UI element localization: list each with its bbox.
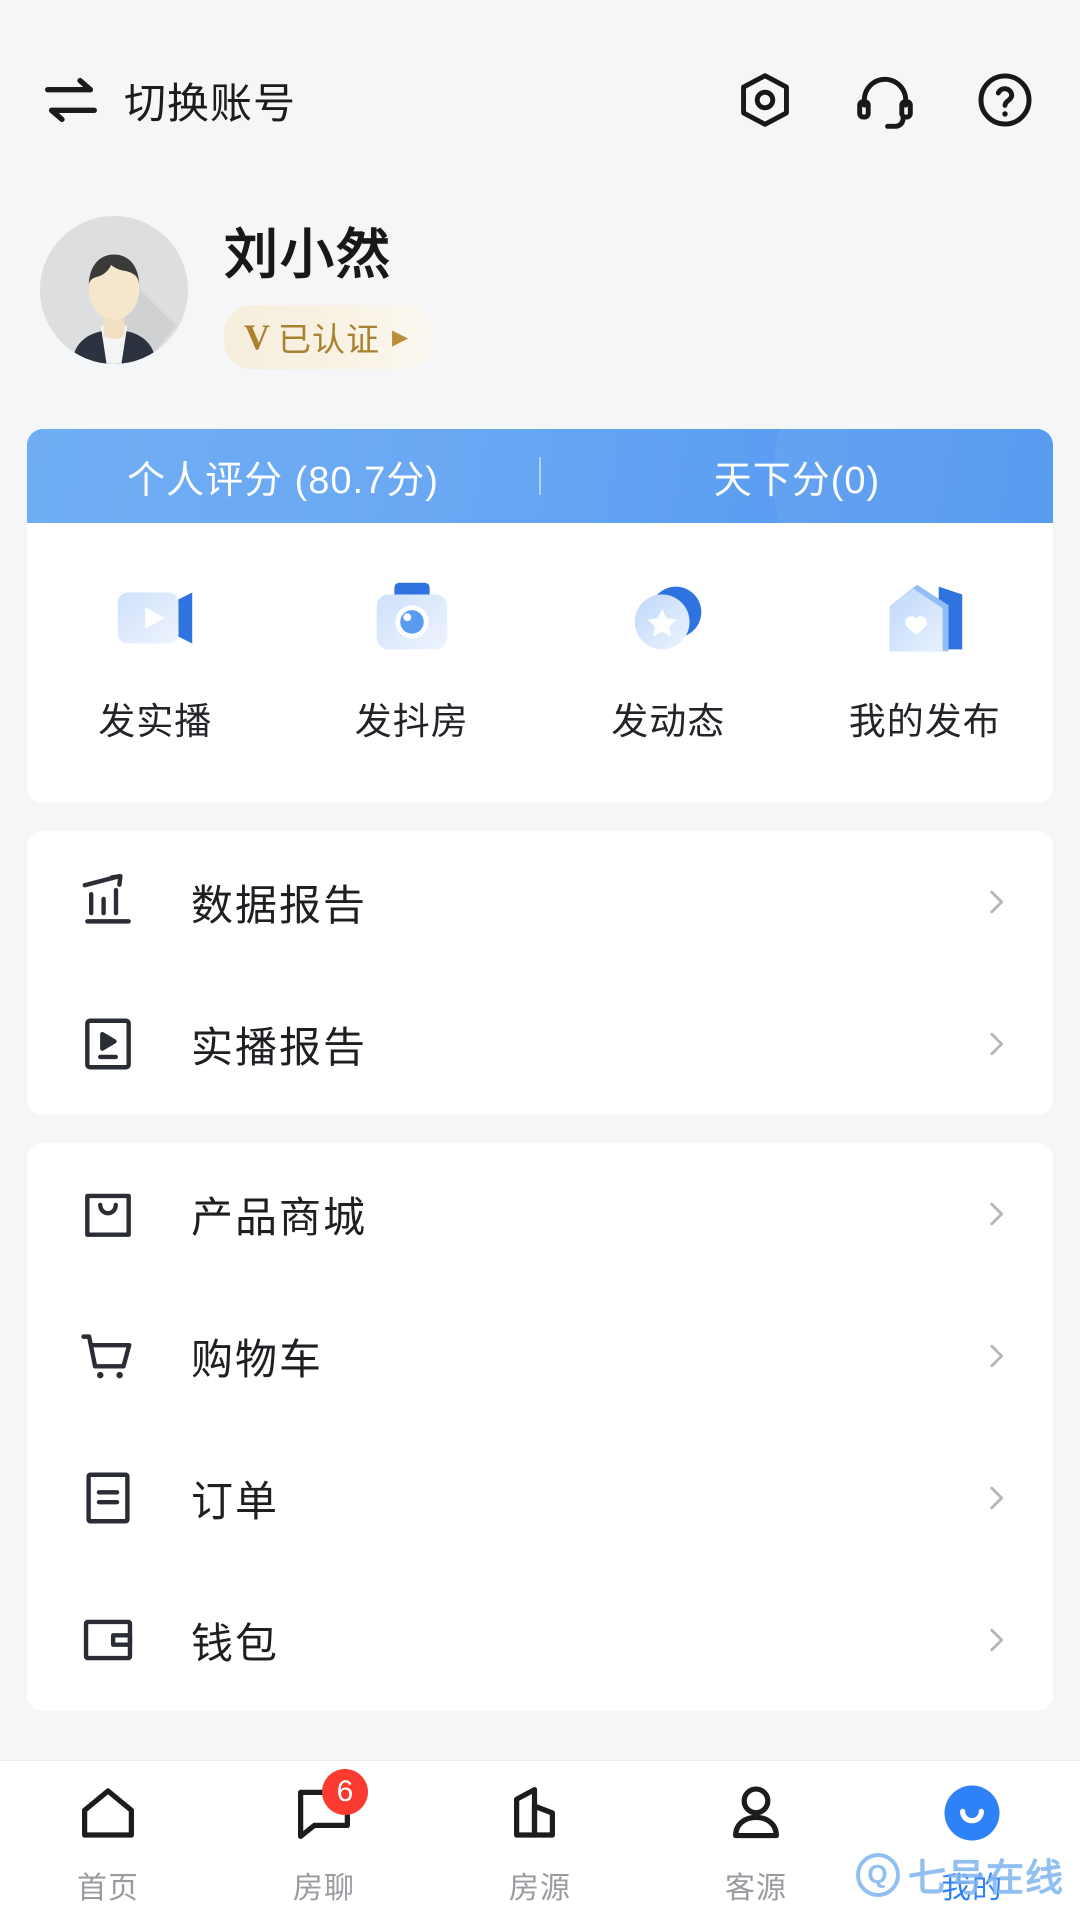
page-header: 切换账号 bbox=[0, 0, 1080, 200]
wallet-icon bbox=[77, 1609, 139, 1671]
tab-label: 客源 bbox=[725, 1872, 787, 1905]
tab-world-score[interactable]: 天下分(0) bbox=[541, 449, 1053, 504]
default-user-avatar bbox=[40, 215, 188, 364]
menu-row-orders[interactable]: 订单 bbox=[27, 1427, 1053, 1569]
quick-action-live[interactable]: 发实播 bbox=[27, 571, 284, 745]
verify-v-mark: V bbox=[244, 317, 270, 357]
quick-action-label: 发实播 bbox=[98, 701, 213, 742]
menu-row-data-report[interactable]: 数据报告 bbox=[27, 831, 1053, 973]
home-icon bbox=[70, 1775, 146, 1851]
buildings-icon bbox=[502, 1775, 578, 1851]
username: 刘小然 bbox=[224, 225, 392, 285]
switch-account-button[interactable]: 切换账号 bbox=[40, 69, 296, 131]
quick-actions-card: 发实播 发抖房 发动态 我的发布 bbox=[27, 523, 1053, 803]
chevron-right-icon: ▶ bbox=[392, 325, 409, 349]
settings-nut-icon[interactable] bbox=[734, 69, 796, 131]
chevron-right-icon bbox=[990, 1628, 1004, 1652]
tab-label: 房源 bbox=[509, 1872, 571, 1905]
menu-row-live-report[interactable]: 实播报告 bbox=[27, 973, 1053, 1115]
shopping-bag-icon bbox=[77, 1183, 139, 1245]
header-icon-group bbox=[734, 69, 1036, 131]
chevron-right-icon bbox=[990, 890, 1004, 914]
headset-support-icon[interactable] bbox=[854, 69, 916, 131]
tab-listings[interactable]: 房源 bbox=[432, 1775, 648, 1907]
menu-row-label: 订单 bbox=[191, 1477, 280, 1525]
menu-row-label: 数据报告 bbox=[191, 881, 368, 929]
chevron-right-icon bbox=[990, 1032, 1004, 1056]
chevron-right-icon bbox=[990, 1486, 1004, 1510]
chevron-right-icon bbox=[990, 1202, 1004, 1226]
quick-action-photo[interactable]: 发抖房 bbox=[284, 571, 541, 745]
swap-arrows-icon bbox=[40, 69, 102, 131]
menu-row-cart[interactable]: 购物车 bbox=[27, 1285, 1053, 1427]
quick-action-moment[interactable]: 发动态 bbox=[540, 571, 797, 745]
avatar[interactable] bbox=[40, 215, 188, 364]
shopping-cart-icon bbox=[77, 1325, 139, 1387]
tab-label: 房聊 bbox=[293, 1872, 355, 1905]
bottom-navigation: 首页 6 房聊 房源 客源 我的 bbox=[0, 1760, 1080, 1920]
tab-mine[interactable]: 我的 bbox=[864, 1775, 1080, 1907]
score-banner: 个人评分 (80.7分) 天下分(0) bbox=[27, 429, 1053, 523]
play-square-icon bbox=[77, 1013, 139, 1075]
tab-label: 首页 bbox=[77, 1872, 139, 1905]
quick-action-label: 发动态 bbox=[611, 701, 726, 742]
menu-row-product-mall[interactable]: 产品商城 bbox=[27, 1143, 1053, 1285]
status-badge[interactable]: V 已认证 ▶ bbox=[224, 305, 435, 369]
profile-meta: 刘小然 V 已认证 ▶ bbox=[224, 210, 435, 369]
menu-row-label: 产品商城 bbox=[191, 1193, 368, 1241]
chat-unread-badge: 6 bbox=[322, 1769, 368, 1815]
menu-row-label: 购物车 bbox=[191, 1335, 324, 1383]
bar-chart-trend-icon bbox=[77, 871, 139, 933]
profile-section: 刘小然 V 已认证 ▶ bbox=[0, 200, 1080, 429]
switch-account-label: 切换账号 bbox=[124, 79, 297, 127]
smiley-avatar-icon bbox=[934, 1775, 1010, 1851]
order-list-icon bbox=[77, 1467, 139, 1529]
chat-bubble-icon: 6 bbox=[286, 1769, 368, 1851]
camera-icon bbox=[365, 571, 459, 665]
quick-action-my-posts[interactable]: 我的发布 bbox=[797, 571, 1054, 745]
tab-chat[interactable]: 6 房聊 bbox=[216, 1769, 432, 1907]
star-circle-icon bbox=[621, 571, 715, 665]
chevron-right-icon bbox=[990, 1344, 1004, 1368]
menu-card-commerce: 产品商城 购物车 订单 钱包 bbox=[27, 1143, 1053, 1711]
quick-action-label: 我的发布 bbox=[848, 701, 1001, 742]
verify-label: 已认证 bbox=[278, 321, 380, 358]
menu-row-label: 实播报告 bbox=[191, 1023, 368, 1071]
house-heart-icon bbox=[878, 571, 972, 665]
help-question-icon[interactable] bbox=[974, 69, 1036, 131]
menu-card-reports: 数据报告 实播报告 bbox=[27, 831, 1053, 1115]
menu-row-wallet[interactable]: 钱包 bbox=[27, 1569, 1053, 1711]
tab-clients[interactable]: 客源 bbox=[648, 1775, 864, 1907]
menu-row-label: 钱包 bbox=[191, 1619, 280, 1667]
tab-personal-score[interactable]: 个人评分 (80.7分) bbox=[27, 449, 539, 504]
tab-label: 我的 bbox=[941, 1872, 1003, 1905]
person-icon bbox=[718, 1775, 794, 1851]
live-video-icon bbox=[108, 571, 202, 665]
quick-action-label: 发抖房 bbox=[354, 701, 469, 742]
tab-home[interactable]: 首页 bbox=[0, 1775, 216, 1907]
